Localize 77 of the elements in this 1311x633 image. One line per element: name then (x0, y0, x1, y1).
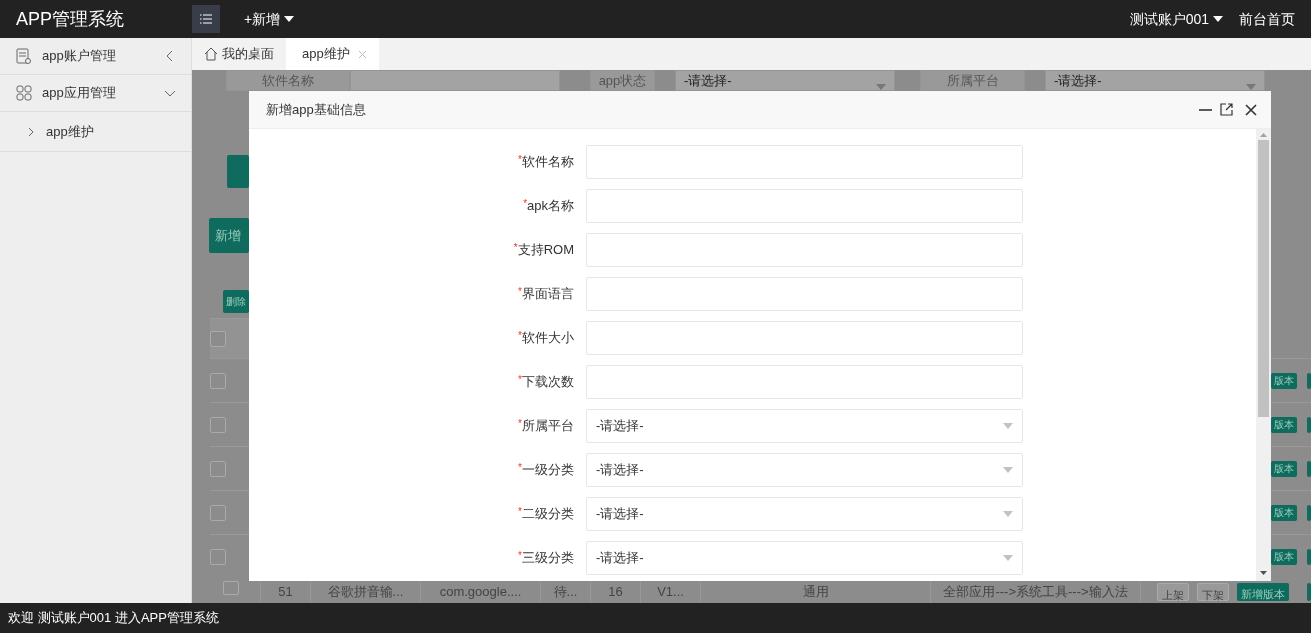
field-label: *apk名称 (522, 197, 575, 216)
field-label: *支持ROM (512, 241, 575, 260)
field-label: *软件大小 (517, 329, 575, 348)
input-field[interactable] (586, 233, 1023, 267)
checkbox[interactable] (223, 581, 239, 595)
field-label: *所属平台 (517, 417, 575, 436)
chevron-icon (28, 126, 34, 137)
grid-icon (16, 85, 32, 101)
version-button[interactable]: 版本 (1271, 504, 1297, 521)
version-button[interactable]: 版本 (1271, 416, 1297, 433)
unpublish-button[interactable]: 下架 (1197, 583, 1229, 601)
sidebar-item[interactable]: app应用管理 (0, 75, 191, 112)
modal-title: 新增app基础信息 (266, 100, 367, 119)
select-field[interactable]: -请选择- (586, 497, 1023, 531)
field-label: *二级分类 (517, 505, 575, 524)
checkbox[interactable] (210, 416, 226, 433)
sidebar-item[interactable]: app维护 (0, 112, 191, 152)
checkbox[interactable] (210, 504, 226, 521)
scroll-down-icon (1260, 571, 1267, 575)
select-field[interactable]: -请选择- (586, 453, 1023, 487)
select-field[interactable]: -请选择- (586, 541, 1023, 575)
scroll-up-icon (1260, 133, 1267, 137)
filter-input[interactable] (350, 70, 560, 91)
input-field[interactable] (586, 277, 1023, 311)
status-bar: 欢迎 测试账户001 进入APP管理系统 (0, 603, 1311, 633)
tab[interactable]: app维护 (286, 38, 379, 70)
version-button[interactable]: 版本 (1271, 372, 1297, 389)
input-field[interactable] (586, 365, 1023, 399)
caret-icon (1213, 16, 1223, 22)
delete-button[interactable]: 删除 (223, 290, 249, 313)
chevron-icon (165, 51, 175, 61)
field-label: *三级分类 (517, 549, 575, 568)
new-menu[interactable]: +新增 (244, 8, 295, 30)
checkbox[interactable] (210, 460, 226, 477)
maximize-button[interactable] (1220, 103, 1233, 116)
filter-select[interactable]: -请选择- (1045, 70, 1265, 91)
document-icon (16, 48, 32, 64)
scrollbar[interactable] (1256, 129, 1271, 581)
publish-button[interactable]: 上架 (1157, 583, 1189, 601)
filter-select[interactable]: -请选择- (675, 70, 895, 91)
input-field[interactable] (586, 189, 1023, 223)
filter-label: 所属平台 (920, 70, 1025, 91)
home-icon (204, 47, 218, 61)
field-label: *软件名称 (517, 153, 575, 172)
caret-icon (1003, 555, 1013, 561)
select-field[interactable]: -请选择- (586, 409, 1023, 443)
search-button[interactable] (227, 155, 249, 188)
home-link[interactable]: 前台首页 (1239, 8, 1295, 30)
add-button[interactable]: 新增 (209, 218, 249, 253)
filter-label: app状态 (590, 70, 655, 91)
input-field[interactable] (586, 145, 1023, 179)
checkbox[interactable] (210, 330, 226, 347)
close-icon (1245, 103, 1257, 116)
menu-button[interactable] (192, 5, 220, 33)
field-label: *一级分类 (517, 461, 575, 480)
field-label: *界面语言 (517, 285, 575, 304)
caret-icon (284, 16, 295, 22)
caret-icon (1003, 423, 1013, 429)
checkbox[interactable] (210, 372, 226, 389)
tab[interactable]: 我的桌面 (192, 38, 286, 70)
sidebar-item[interactable]: app账户管理 (0, 38, 191, 75)
close-button[interactable] (1245, 103, 1257, 116)
close-icon (357, 49, 367, 59)
version-button[interactable]: 版本 (1271, 460, 1297, 477)
add-version-button[interactable]: 新增版本 (1237, 583, 1289, 601)
caret-icon (1003, 511, 1013, 517)
checkbox[interactable] (210, 548, 226, 565)
version-button[interactable]: 版本 (1271, 548, 1297, 565)
maximize-icon (1220, 103, 1233, 116)
brand-title: APP管理系统 (15, 7, 126, 31)
menu-icon (200, 14, 212, 24)
input-field[interactable] (586, 321, 1023, 355)
field-label: *下载次数 (517, 373, 575, 392)
filter-label: 软件名称 (226, 70, 350, 91)
account-menu[interactable]: 测试账户001 (1129, 8, 1223, 30)
chevron-icon (165, 88, 175, 98)
caret-icon (1003, 467, 1013, 473)
